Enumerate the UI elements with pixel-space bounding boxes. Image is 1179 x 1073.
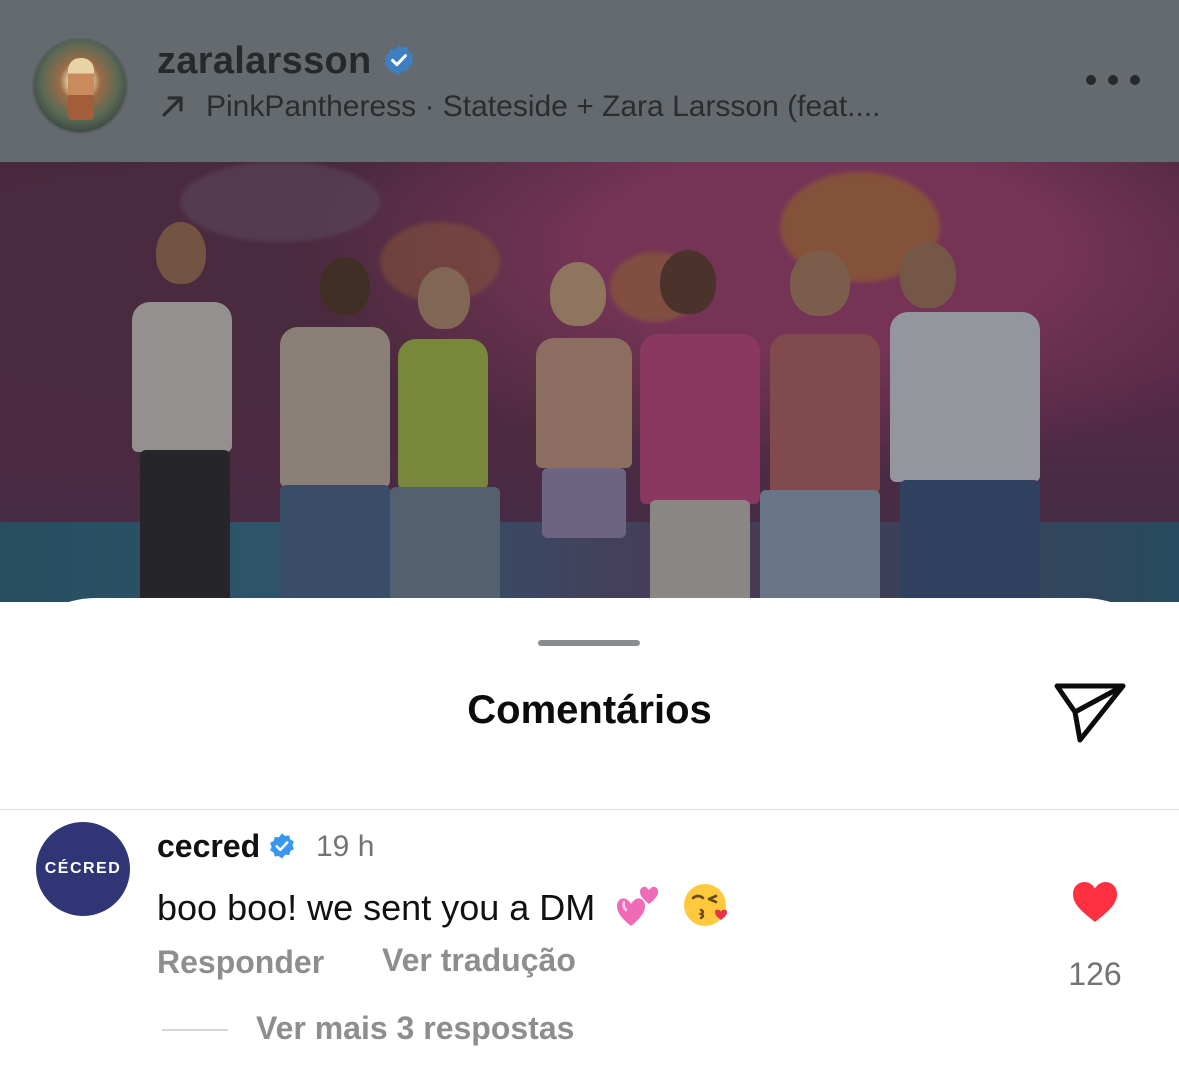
reply-button[interactable]: Responder <box>157 944 324 981</box>
wall-splash <box>780 172 940 282</box>
comment-body-text: boo boo! we sent you a DM <box>157 887 596 928</box>
commenter-avatar-text: CÉCRED <box>44 860 122 877</box>
like-count: 126 <box>1068 956 1122 992</box>
audio-attribution[interactable]: PinkPantheress · Stateside + Zara Larsso… <box>160 90 881 124</box>
face-blowing-kiss-emoji-icon <box>684 884 728 926</box>
comments-sheet: Comentários CÉCRED cecred 19 h boo boo! … <box>0 598 1179 1073</box>
profile-avatar[interactable] <box>32 38 128 134</box>
post-header: zaralarsson PinkPantheress · Stateside +… <box>0 0 1179 162</box>
avatar-figure <box>68 58 94 120</box>
arrow-up-right-icon <box>162 96 183 117</box>
post-username-text[interactable]: zaralarsson <box>157 40 372 82</box>
photo-floor <box>0 522 1179 602</box>
post-username[interactable]: zaralarsson <box>157 40 416 83</box>
replies-indent-line <box>162 1029 228 1031</box>
comment-timestamp: 19 h <box>316 830 375 863</box>
sheet-drag-handle[interactable] <box>538 640 640 646</box>
more-dot-icon <box>1086 75 1096 85</box>
wall-splash <box>380 222 500 302</box>
paper-plane-icon[interactable] <box>1052 680 1128 748</box>
verified-badge-icon <box>270 833 295 859</box>
comment-author[interactable]: cecred <box>157 828 296 865</box>
comment-author-name[interactable]: cecred <box>157 828 260 864</box>
more-dot-icon <box>1108 75 1118 85</box>
more-options-button[interactable] <box>1086 70 1140 90</box>
header-divider <box>0 809 1179 810</box>
post-media-image <box>0 162 1179 602</box>
audio-label[interactable]: PinkPantheress · Stateside + Zara Larsso… <box>206 90 881 123</box>
verified-badge-icon <box>384 44 413 76</box>
sheet-title: Comentários <box>467 688 712 732</box>
comment-body: boo boo! we sent you a DM <box>157 880 731 930</box>
commenter-avatar[interactable]: CÉCRED <box>36 822 130 916</box>
wall-splash <box>610 252 700 322</box>
view-more-replies-button[interactable]: Ver mais 3 respostas <box>256 1010 574 1047</box>
more-dot-icon <box>1130 75 1140 85</box>
translate-button[interactable]: Ver tradução <box>382 942 576 979</box>
wall-splash <box>180 162 380 242</box>
heart-filled-icon[interactable] <box>1071 880 1119 924</box>
two-hearts-emoji-icon <box>617 886 659 926</box>
